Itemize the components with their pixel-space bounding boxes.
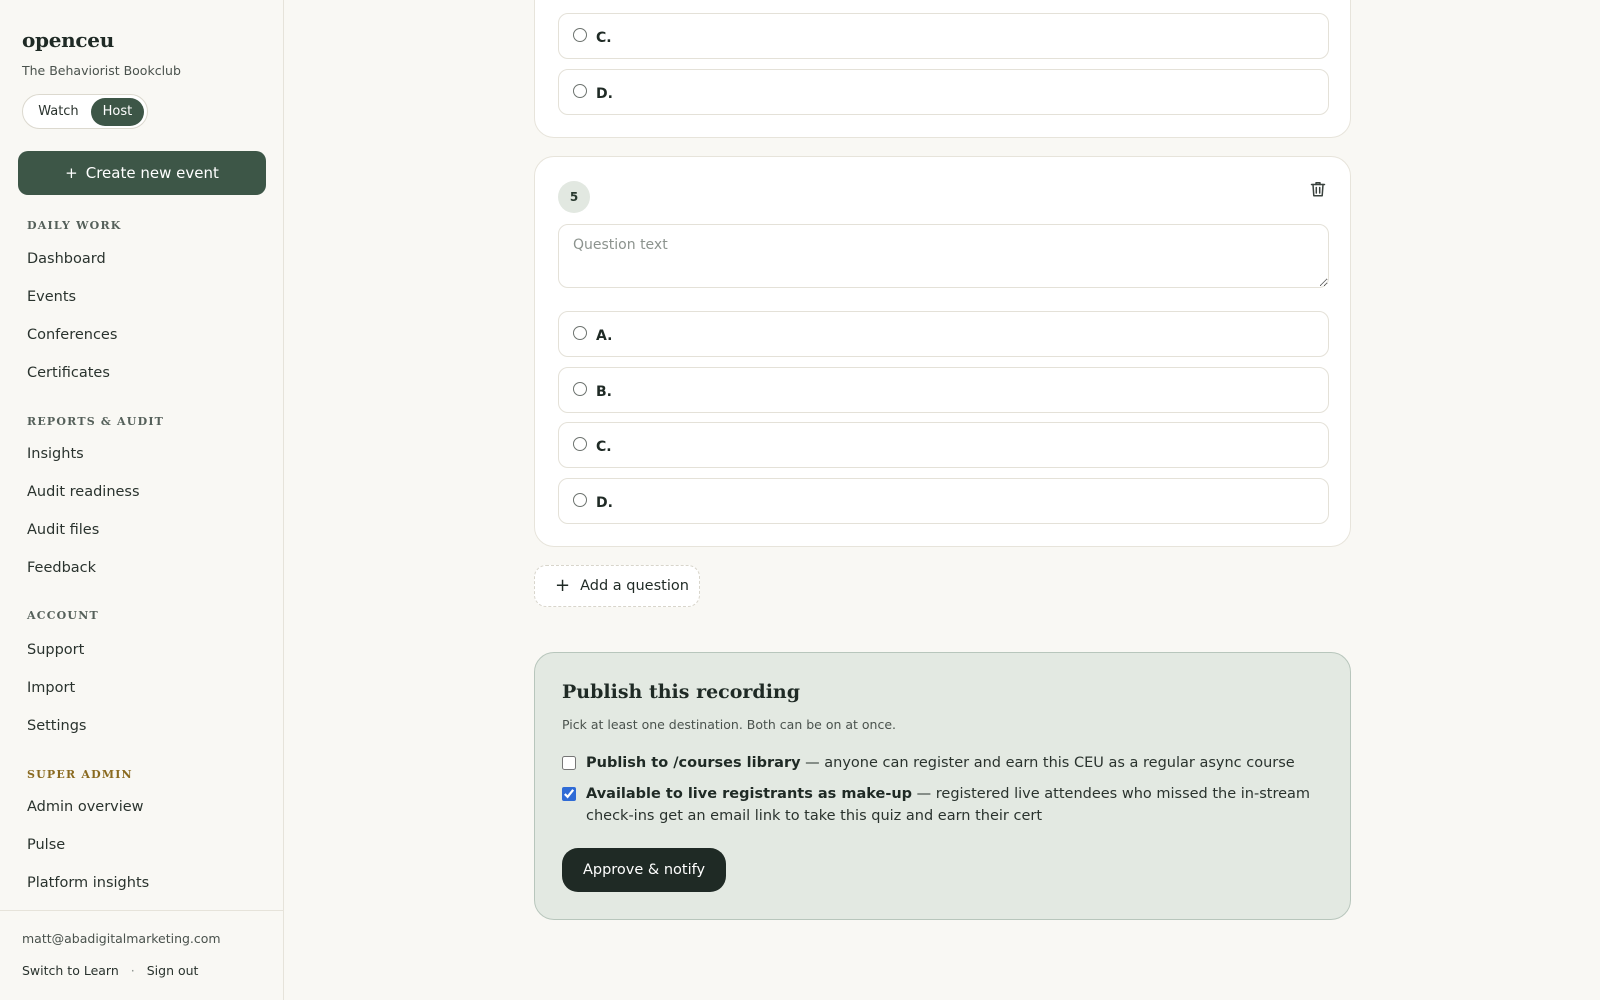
sidebar-item-feedback[interactable]: Feedback (27, 560, 96, 576)
answer-option-letter: D. (596, 495, 613, 511)
sidebar-item-insights[interactable]: Insights (27, 446, 84, 462)
publish-courses-checkbox[interactable] (562, 756, 576, 770)
create-new-event-button[interactable]: + Create new event (18, 151, 266, 195)
sidebar: openceu The Behaviorist Bookclub Watch H… (0, 0, 284, 1000)
answer-option-letter: C. (596, 30, 612, 46)
publish-title: Publish this recording (562, 681, 801, 703)
answer-option-letter: D. (596, 86, 613, 102)
brand-logo[interactable]: openceu (22, 28, 114, 52)
publish-courses-text: Publish to /courses library — anyone can… (586, 752, 1295, 774)
sidebar-item-events[interactable]: Events (27, 289, 76, 305)
question-card-5: 5 A. B. C. D. (534, 156, 1351, 547)
radio-button[interactable] (573, 382, 587, 396)
answer-option-c[interactable]: C. (558, 422, 1329, 468)
answer-option-c[interactable]: C. (558, 13, 1329, 59)
publish-courses-label: Publish to /courses library (586, 755, 801, 771)
radio-button[interactable] (573, 493, 587, 507)
user-email: matt@abadigitalmarketing.com (22, 931, 221, 946)
makeup-option[interactable]: Available to live registrants as make-up… (562, 783, 1322, 827)
radio-button[interactable] (573, 28, 587, 42)
sidebar-item-conferences[interactable]: Conferences (27, 327, 117, 343)
footer-links: Switch to Learn · Sign out (22, 963, 198, 978)
sidebar-item-support[interactable]: Support (27, 642, 84, 658)
sidebar-item-admin-overview[interactable]: Admin overview (27, 799, 144, 815)
question-text-input[interactable] (558, 224, 1329, 288)
switch-to-learn-link[interactable]: Switch to Learn (22, 963, 119, 978)
publish-courses-option[interactable]: Publish to /courses library — anyone can… (562, 752, 1322, 774)
makeup-label: Available to live registrants as make-up (586, 786, 913, 802)
makeup-checkbox[interactable] (562, 787, 576, 801)
sidebar-item-audit-files[interactable]: Audit files (27, 522, 99, 538)
answer-option-letter: A. (596, 328, 613, 344)
org-name: The Behaviorist Bookclub (22, 63, 181, 78)
answer-option-d[interactable]: D. (558, 69, 1329, 115)
sidebar-item-audit-readiness[interactable]: Audit readiness (27, 484, 140, 500)
approve-notify-button[interactable]: Approve & notify (562, 848, 726, 892)
sidebar-footer: matt@abadigitalmarketing.com Switch to L… (0, 910, 283, 1000)
publish-courses-description: — anyone can register and earn this CEU … (800, 755, 1295, 771)
answer-option-b[interactable]: B. (558, 367, 1329, 413)
plus-icon: + (65, 164, 78, 182)
sidebar-item-pulse[interactable]: Pulse (27, 837, 65, 853)
mode-toggle: Watch Host (22, 94, 148, 129)
sidebar-item-import[interactable]: Import (27, 680, 75, 696)
question-card-4: C. D. (534, 0, 1351, 138)
section-reports-audit: REPORTS & AUDIT (27, 415, 165, 428)
plus-icon: + (555, 575, 571, 596)
mode-host-button[interactable]: Host (90, 97, 144, 126)
sign-out-link[interactable]: Sign out (147, 963, 199, 978)
makeup-text: Available to live registrants as make-up… (586, 783, 1322, 827)
sidebar-item-platform-insights[interactable]: Platform insights (27, 875, 149, 891)
add-question-label: Add a question (580, 578, 689, 594)
separator-dot: · (130, 963, 135, 978)
answer-option-a[interactable]: A. (558, 311, 1329, 357)
sidebar-item-certificates[interactable]: Certificates (27, 365, 110, 381)
answer-option-letter: B. (596, 384, 612, 400)
question-number-badge: 5 (558, 181, 590, 213)
radio-button[interactable] (573, 437, 587, 451)
publish-panel: Publish this recording Pick at least one… (534, 652, 1351, 920)
sidebar-item-settings[interactable]: Settings (27, 718, 86, 734)
publish-subtitle: Pick at least one destination. Both can … (562, 717, 897, 732)
radio-button[interactable] (573, 326, 587, 340)
radio-button[interactable] (573, 84, 587, 98)
trash-icon[interactable] (1308, 179, 1328, 199)
answer-option-d[interactable]: D. (558, 478, 1329, 524)
section-daily-work: DAILY WORK (27, 219, 122, 232)
mode-watch-button[interactable]: Watch (26, 98, 91, 126)
section-super-admin: SUPER ADMIN (27, 768, 133, 781)
answer-option-letter: C. (596, 439, 612, 455)
section-account: ACCOUNT (27, 609, 99, 622)
sidebar-item-dashboard[interactable]: Dashboard (27, 251, 106, 267)
create-new-event-label: Create new event (85, 164, 219, 182)
add-question-button[interactable]: + Add a question (534, 565, 700, 607)
